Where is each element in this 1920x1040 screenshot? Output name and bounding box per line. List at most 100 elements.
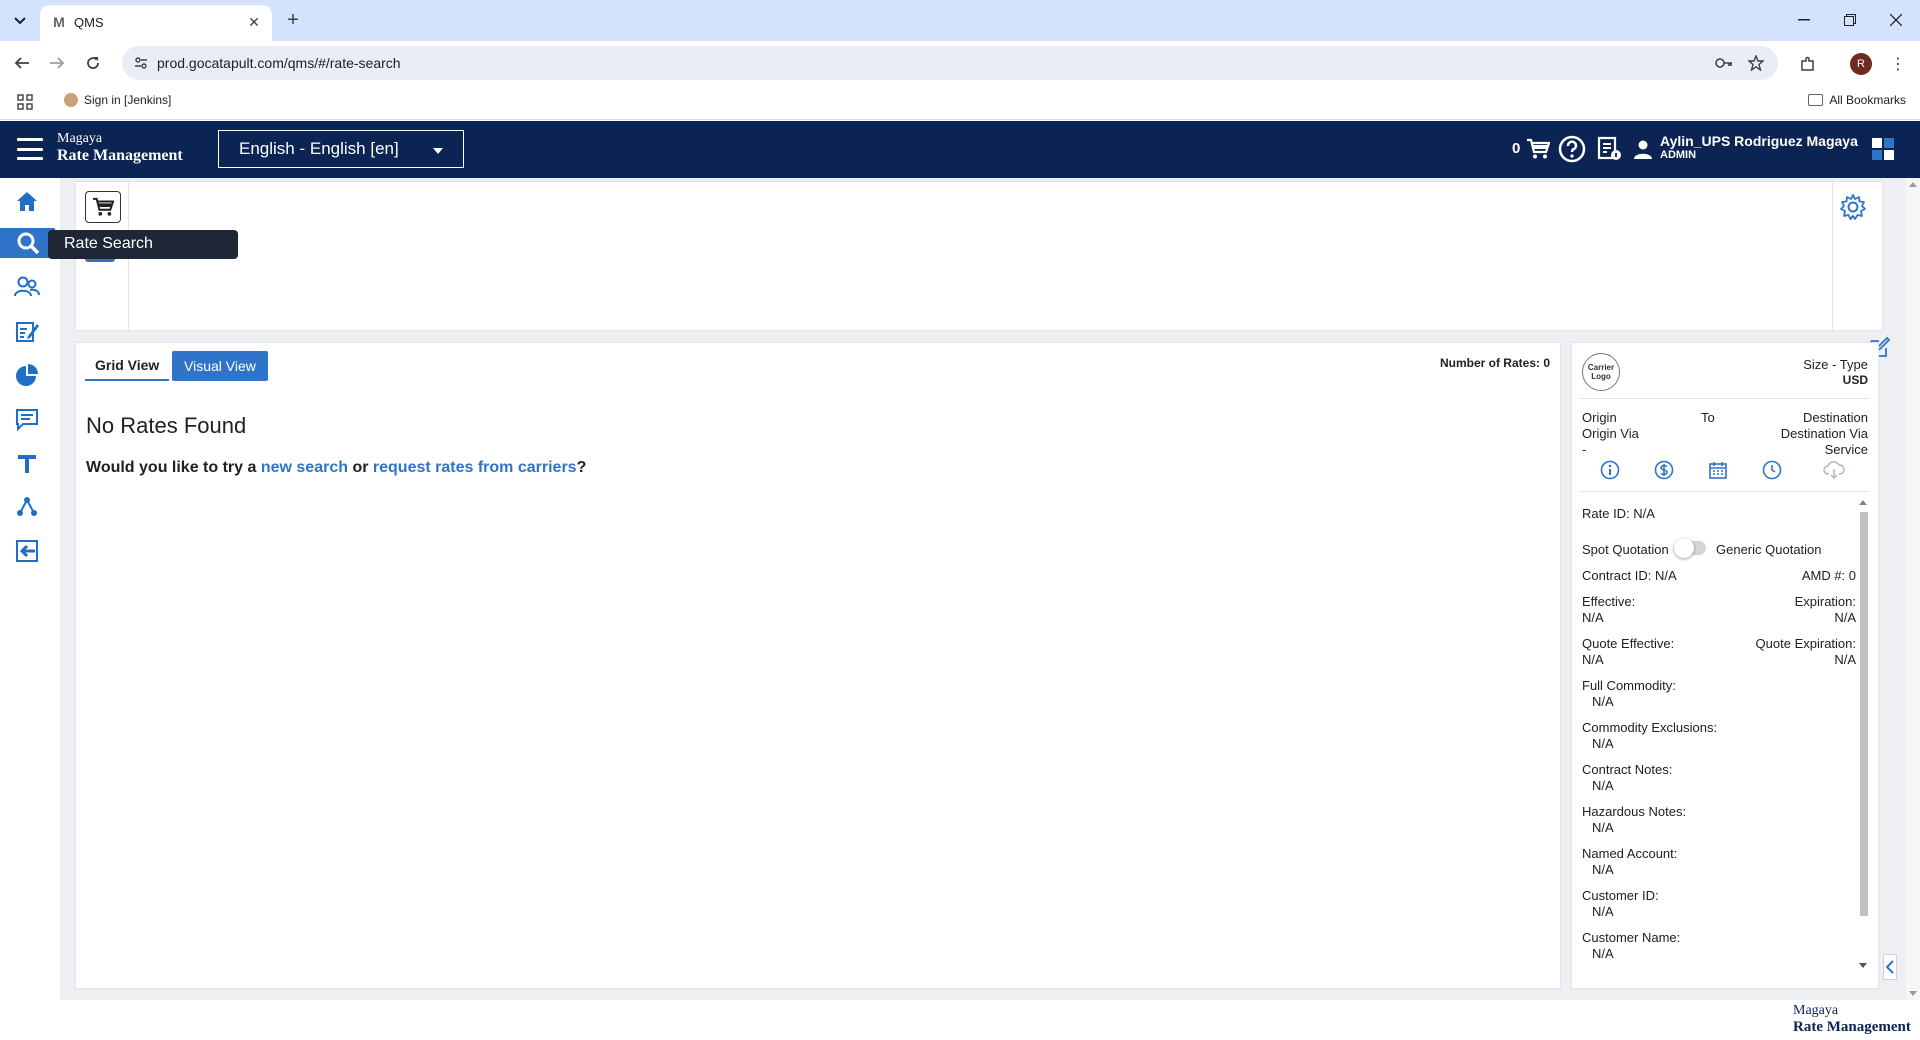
quotation-type-toggle[interactable] xyxy=(1674,538,1706,558)
info-icon[interactable] xyxy=(1598,458,1622,482)
tab-grid-view[interactable]: Grid View xyxy=(85,351,170,381)
browser-toolbar: prod.gocatapult.com/qms/#/rate-search R … xyxy=(0,41,1920,85)
help-icon[interactable] xyxy=(1558,135,1586,163)
bookmarks-bar: Sign in [Jenkins] All Bookmarks xyxy=(0,85,1920,120)
results-panel: Grid View Visual View Number of Rates: 0… xyxy=(75,342,1561,989)
scroll-up-icon[interactable] xyxy=(1859,500,1867,505)
suggest-prefix: Would you like to try a xyxy=(86,459,257,476)
destination-label: Destination xyxy=(1802,410,1868,425)
quote-expiration-value: N/A xyxy=(1834,652,1856,667)
network-icon[interactable] xyxy=(14,494,40,520)
browser-menu-icon[interactable]: ⋮ xyxy=(1888,53,1908,75)
service-label: Service xyxy=(1824,442,1868,457)
cloud-download-icon[interactable] xyxy=(1822,458,1846,482)
full-commodity-label: Full Commodity: xyxy=(1582,678,1676,693)
footer-brand-top: Magaya xyxy=(1793,1003,1839,1018)
clock-icon[interactable] xyxy=(1760,458,1784,482)
scroll-down-icon[interactable] xyxy=(1859,963,1867,968)
brand-bottom: Rate Management xyxy=(57,147,183,164)
cart-icon[interactable] xyxy=(1524,135,1552,163)
bookmark-star-icon[interactable] xyxy=(1746,53,1766,73)
empty-state-title: No Rates Found xyxy=(86,413,247,438)
divider xyxy=(1580,398,1870,399)
request-rates-link[interactable]: request rates from carriers xyxy=(373,459,577,476)
customer-name-label: Customer Name: xyxy=(1582,930,1681,945)
tab-visual-view[interactable]: Visual View xyxy=(172,351,268,381)
dollar-icon[interactable] xyxy=(1652,458,1676,482)
hazardous-notes-value: N/A xyxy=(1592,820,1614,835)
text-icon[interactable] xyxy=(14,450,40,476)
window-close-icon[interactable] xyxy=(1874,6,1918,34)
tab-close-icon[interactable]: ✕ xyxy=(244,12,264,32)
cart-icon xyxy=(93,197,114,216)
left-navigation xyxy=(0,178,55,1000)
tab-title: QMS xyxy=(74,15,104,30)
apps-switcher-icon[interactable] xyxy=(1872,138,1894,160)
spot-quotation-label: Spot Quotation xyxy=(1582,542,1669,557)
page-scrollbar[interactable] xyxy=(1906,178,1920,1000)
pie-chart-icon[interactable] xyxy=(14,362,40,388)
logout-icon[interactable] xyxy=(14,538,40,564)
currency: USD xyxy=(1842,373,1868,387)
empty-state-suggestion: Would you like to try a new search or re… xyxy=(86,459,586,477)
password-key-icon[interactable] xyxy=(1714,53,1734,73)
quote-effective-value: N/A xyxy=(1582,652,1604,667)
hamburger-menu-icon[interactable] xyxy=(17,138,43,160)
browser-tab[interactable]: M QMS ✕ xyxy=(40,5,272,41)
site-info-icon[interactable] xyxy=(132,54,150,72)
scroll-down-icon[interactable] xyxy=(1909,991,1917,996)
messages-icon[interactable] xyxy=(14,406,40,432)
all-bookmarks[interactable]: All Bookmarks xyxy=(1808,93,1906,107)
user-name[interactable]: Aylin_UPS Rodriguez Magaya xyxy=(1660,134,1858,148)
effective-label: Effective: xyxy=(1582,594,1636,609)
brand-top: Magaya xyxy=(57,131,103,146)
expiration-label: Expiration: xyxy=(1794,594,1856,609)
bookmark-jenkins[interactable]: Sign in [Jenkins] xyxy=(64,93,171,107)
tab-list-chevron-icon[interactable] xyxy=(8,9,32,33)
commodity-exclusions-value: N/A xyxy=(1592,736,1614,751)
detail-scrollbar[interactable] xyxy=(1857,498,1869,970)
app-brand: Magaya Rate Management xyxy=(57,130,183,164)
customer-id-value: N/A xyxy=(1592,904,1614,919)
contract-notes-label: Contract Notes: xyxy=(1582,762,1673,777)
extensions-icon[interactable] xyxy=(1797,53,1819,75)
search-icon[interactable] xyxy=(0,228,55,258)
language-value: English - English [en] xyxy=(239,139,399,158)
carrier-logo-line1: Carrier xyxy=(1587,363,1615,372)
suggest-suffix: ? xyxy=(576,459,587,476)
customer-id-label: Customer ID: xyxy=(1582,888,1659,903)
scroll-up-icon[interactable] xyxy=(1909,182,1917,187)
search-panel xyxy=(75,181,1883,332)
edit-list-icon[interactable] xyxy=(14,318,40,344)
home-icon[interactable] xyxy=(14,188,40,214)
address-bar[interactable]: prod.gocatapult.com/qms/#/rate-search xyxy=(122,46,1778,80)
folder-icon xyxy=(1808,94,1824,106)
origin-label: Origin xyxy=(1582,410,1617,425)
settings-gear-icon[interactable] xyxy=(1838,192,1868,222)
named-account-value: N/A xyxy=(1592,862,1614,877)
release-notes-icon[interactable] xyxy=(1596,135,1624,163)
user-icon[interactable] xyxy=(1632,138,1654,160)
calendar-icon[interactable] xyxy=(1706,458,1730,482)
reload-icon[interactable] xyxy=(79,49,107,77)
detail-scrollbar-thumb[interactable] xyxy=(1860,512,1868,916)
caret-down-icon xyxy=(433,148,443,154)
all-bookmarks-label: All Bookmarks xyxy=(1829,93,1906,107)
carrier-logo-line2: Logo xyxy=(1591,372,1611,381)
profile-avatar[interactable]: R xyxy=(1850,53,1872,75)
apps-grid-icon[interactable] xyxy=(17,94,33,110)
add-to-cart-button[interactable] xyxy=(85,191,121,223)
new-search-link[interactable]: new search xyxy=(261,459,348,476)
forward-icon[interactable] xyxy=(43,49,71,77)
full-commodity-value: N/A xyxy=(1592,694,1614,709)
rate-detail-panel: Carrier Logo Size - Type USD Origin To D… xyxy=(1571,342,1879,989)
url-text[interactable]: prod.gocatapult.com/qms/#/rate-search xyxy=(157,55,401,71)
language-select[interactable]: English - English [en] xyxy=(218,130,464,168)
contacts-icon[interactable] xyxy=(14,274,40,300)
back-icon[interactable] xyxy=(8,49,36,77)
collapse-panel-button[interactable] xyxy=(1883,954,1897,980)
destination-via-label: Destination Via xyxy=(1780,426,1868,441)
restore-icon[interactable] xyxy=(1828,6,1872,34)
new-tab-icon[interactable]: + xyxy=(280,7,306,33)
minimize-icon[interactable] xyxy=(1782,6,1826,34)
